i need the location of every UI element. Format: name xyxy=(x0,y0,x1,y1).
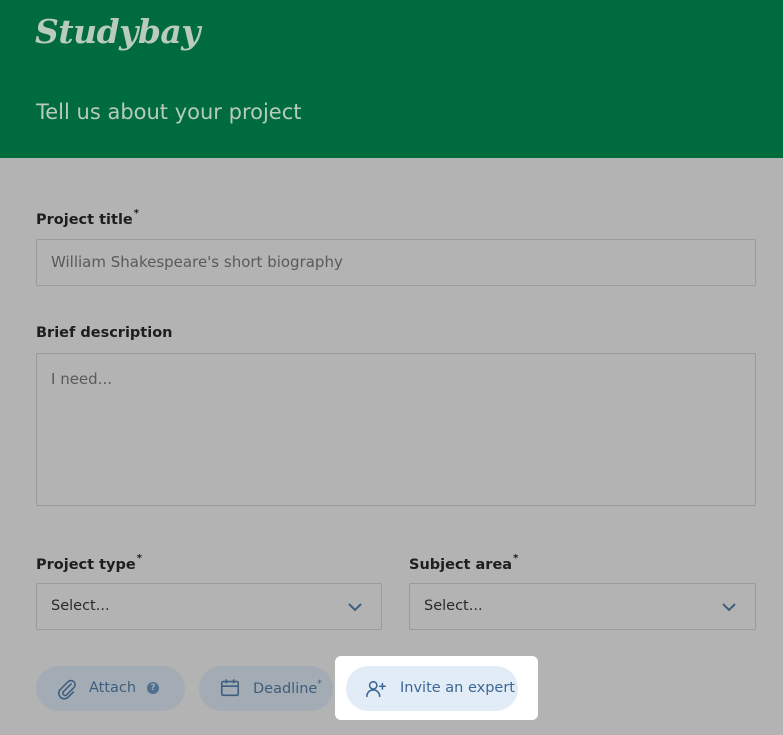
attach-label: Attach xyxy=(89,680,137,696)
project-type-select[interactable]: Select... xyxy=(36,583,382,630)
required-mark: * xyxy=(513,553,519,564)
project-title-input[interactable]: William Shakespeare's short biography xyxy=(36,239,756,286)
paperclip-icon xyxy=(58,679,76,700)
subject-area-label-text: Subject area xyxy=(409,556,513,573)
add-user-icon xyxy=(366,680,386,698)
chevron-down-icon xyxy=(348,603,362,612)
project-type-label-text: Project type xyxy=(36,556,136,573)
project-type-label: Project type* xyxy=(36,553,142,573)
project-title-placeholder: William Shakespeare's short biography xyxy=(51,253,343,271)
required-mark: * xyxy=(136,553,142,564)
brief-description-label: Brief description xyxy=(36,325,173,341)
brief-description-placeholder: I need... xyxy=(51,370,112,388)
required-mark: * xyxy=(317,679,322,689)
project-type-value: Select... xyxy=(51,598,110,614)
page-header: Studybay Tell us about your project xyxy=(0,0,783,158)
studybay-logo[interactable]: Studybay xyxy=(35,12,200,51)
invite-expert-button[interactable]: Invite an expert xyxy=(346,666,518,711)
required-mark: * xyxy=(133,208,139,219)
page-title: Tell us about your project xyxy=(36,100,302,124)
project-title-label: Project title* xyxy=(36,208,139,228)
deadline-button[interactable]: Deadline* xyxy=(199,666,333,711)
deadline-label: Deadline* xyxy=(253,679,322,697)
help-icon[interactable]: ? xyxy=(147,682,159,694)
chevron-down-icon xyxy=(722,603,736,612)
attach-button[interactable]: Attach ? xyxy=(36,666,185,711)
subject-area-label: Subject area* xyxy=(409,553,519,573)
invite-expert-label: Invite an expert xyxy=(400,680,515,696)
brief-description-textarea[interactable]: I need... xyxy=(36,353,756,506)
subject-area-select[interactable]: Select... xyxy=(409,583,756,630)
deadline-label-text: Deadline xyxy=(253,680,318,697)
subject-area-value: Select... xyxy=(424,598,483,614)
project-title-label-text: Project title xyxy=(36,211,133,228)
calendar-icon xyxy=(220,679,240,697)
